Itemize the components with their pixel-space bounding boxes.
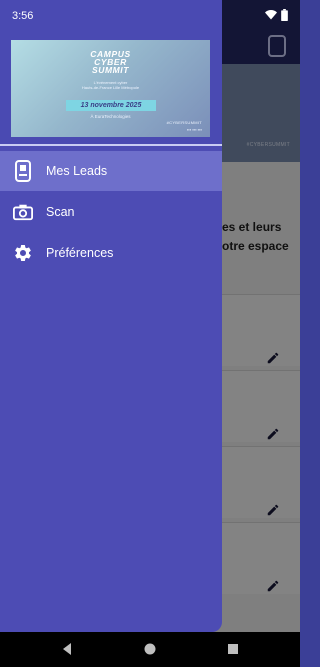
event-banner-image: CAMPUS CYBER SUMMIT L'événement cyber Ha… [11,40,210,137]
home-icon[interactable] [143,642,157,656]
event-subtitle: L'événement cyber Hauts-de-France Lille … [11,80,210,90]
event-title-line: SUMMIT [91,65,130,75]
event-venue: À EuraTechnologies [90,114,131,119]
event-logo-title: CAMPUS CYBER SUMMIT [11,50,210,75]
back-icon[interactable] [60,642,74,656]
navigation-drawer: CAMPUS CYBER SUMMIT L'événement cyber Ha… [0,0,222,632]
status-bar: 3:56 [0,0,300,32]
status-icons [265,9,288,21]
drawer-item-label: Scan [46,205,75,219]
drawer-item-preferences[interactable]: Préférences [0,233,222,273]
drawer-item-scan[interactable]: Scan [0,192,222,232]
system-navigation-bar [0,632,300,667]
event-subtitle-line-2: Hauts-de-France Lille Métropole [81,85,140,90]
header-divider [0,144,222,146]
status-time: 3:56 [12,10,34,22]
battery-icon [281,9,288,21]
leads-icon [12,160,34,182]
camera-icon [12,201,34,223]
partner-logos: ▪▪▪ ▪▪▪ ▪▪▪ [187,127,202,132]
drawer-item-label: Mes Leads [46,164,108,178]
drawer-item-mes-leads[interactable]: Mes Leads [0,151,222,191]
drawer-item-label: Préférences [46,246,114,260]
event-hashtag: #CYBERSUMMIT [166,120,202,125]
gear-icon [12,242,34,264]
event-date: 13 novembre 2025 [66,100,156,111]
recents-icon[interactable] [226,642,240,656]
wifi-icon [265,10,277,20]
